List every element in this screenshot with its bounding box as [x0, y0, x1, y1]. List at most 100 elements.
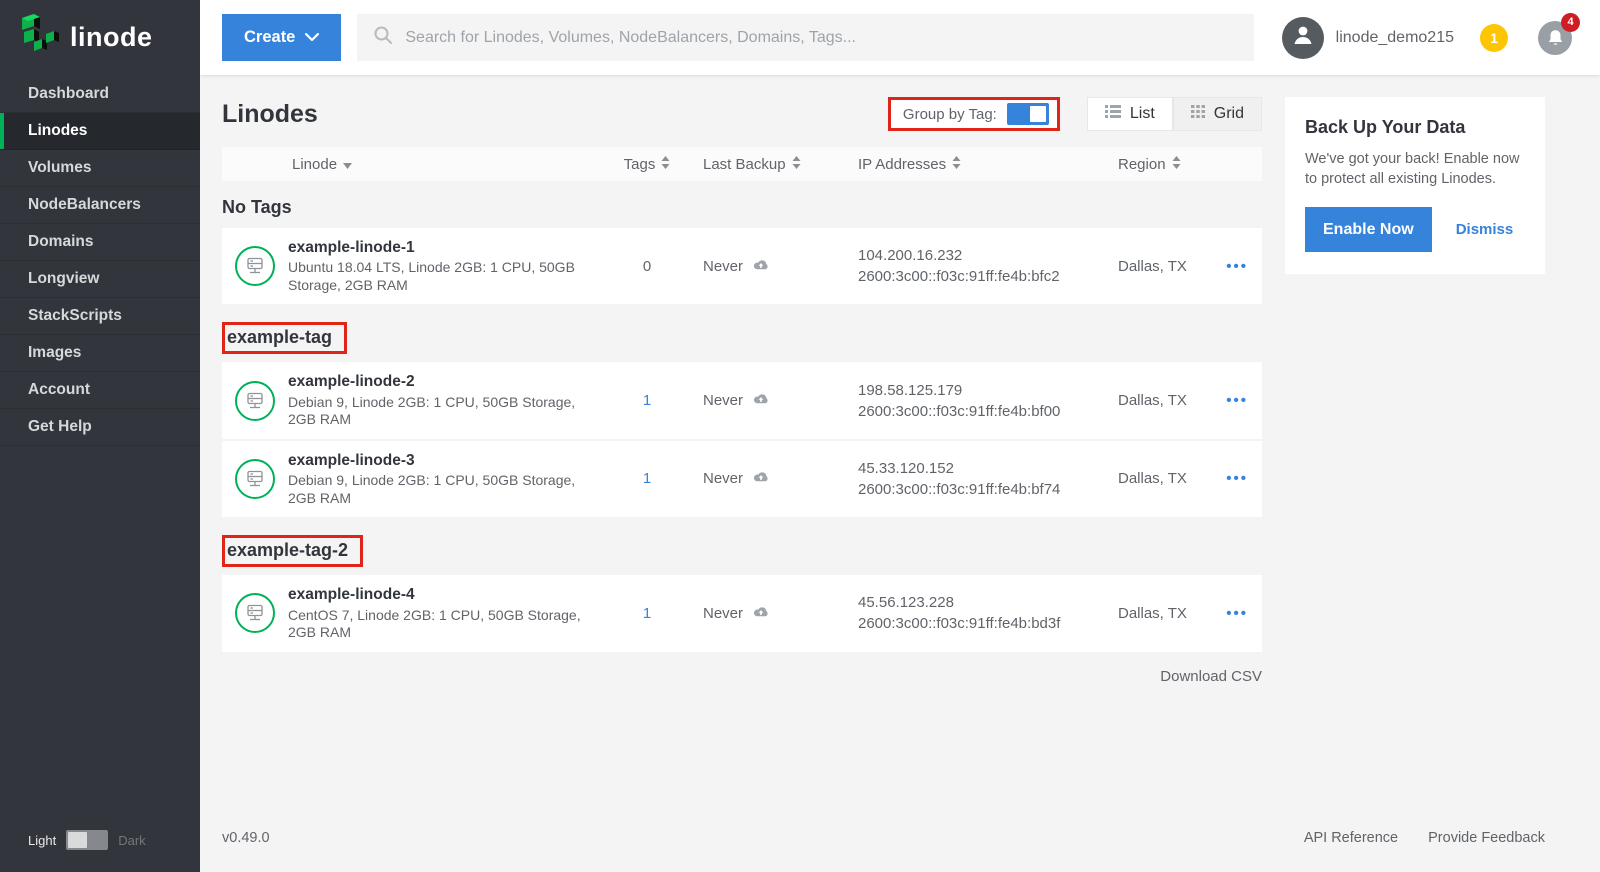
sidebar-item-nodebalancers[interactable]: NodeBalancers [0, 187, 200, 224]
sidebar-nav: Dashboard Linodes Volumes NodeBalancers … [0, 76, 200, 446]
column-header-ip-addresses[interactable]: IP Addresses [842, 156, 1102, 173]
group-by-tag-control: Group by Tag: [888, 97, 1060, 131]
ipv4-address: 45.33.120.152 [858, 458, 1102, 479]
backup-cloud-icon [751, 470, 770, 487]
grid-view-button[interactable]: Grid [1173, 97, 1262, 131]
sort-both-icon [1172, 156, 1181, 173]
last-backup-cell: Never [687, 470, 842, 487]
sidebar-item-stackscripts[interactable]: StackScripts [0, 298, 200, 335]
backup-card-actions: Enable Now Dismiss [1305, 207, 1525, 252]
linode-name-link[interactable]: example-linode-4 [288, 585, 597, 604]
linode-name-cell: example-linode-1 Ubuntu 18.04 LTS, Linod… [222, 228, 607, 304]
app-version: v0.49.0 [222, 830, 270, 846]
region: Dallas, TX [1102, 470, 1212, 487]
sidebar-item-linodes[interactable]: Linodes [0, 113, 200, 150]
provide-feedback-link[interactable]: Provide Feedback [1428, 830, 1545, 846]
linode-row[interactable]: example-linode-2 Debian 9, Linode 2GB: 1… [222, 362, 1262, 438]
tag-group-heading: No Tags [222, 197, 1262, 218]
head-controls: Group by Tag: List Grid [888, 97, 1262, 131]
sidebar: linode Dashboard Linodes Volumes NodeBal… [0, 0, 200, 872]
tags-count[interactable]: 1 [607, 392, 687, 409]
linode-specs: Debian 9, Linode 2GB: 1 CPU, 50GB Storag… [288, 394, 597, 429]
ipv4-address: 45.56.123.228 [858, 592, 1102, 613]
enable-backups-button[interactable]: Enable Now [1305, 207, 1432, 252]
theme-toggle-switch[interactable] [66, 830, 108, 850]
region: Dallas, TX [1102, 258, 1212, 275]
region: Dallas, TX [1102, 392, 1212, 409]
linode-name-link[interactable]: example-linode-1 [288, 238, 597, 257]
column-header-last-backup[interactable]: Last Backup [687, 156, 842, 173]
create-button[interactable]: Create [222, 14, 341, 61]
sidebar-item-dashboard[interactable]: Dashboard [0, 76, 200, 113]
linode-name-link[interactable]: example-linode-2 [288, 372, 597, 391]
notifications-button[interactable]: 4 [1538, 21, 1572, 55]
brand-name: linode [70, 22, 153, 53]
ip-addresses-cell: 104.200.16.232 2600:3c00::f03c:91ff:fe4b… [842, 245, 1102, 287]
username[interactable]: linode_demo215 [1336, 29, 1454, 47]
sidebar-item-get-help[interactable]: Get Help [0, 409, 200, 446]
linode-logo-icon [18, 10, 60, 65]
ipv4-address: 198.58.125.179 [858, 380, 1102, 401]
sidebar-item-domains[interactable]: Domains [0, 224, 200, 261]
sidebar-item-images[interactable]: Images [0, 335, 200, 372]
tags-count[interactable]: 0 [607, 258, 687, 275]
theme-toggle: Light Dark [0, 830, 200, 850]
ipv4-address: 104.200.16.232 [858, 245, 1102, 266]
pending-status-badge[interactable]: 1 [1480, 24, 1508, 52]
linode-name-text: example-linode-4 CentOS 7, Linode 2GB: 1… [288, 585, 597, 641]
sidebar-item-account[interactable]: Account [0, 372, 200, 409]
sidebar-item-volumes[interactable]: Volumes [0, 150, 200, 187]
page-title: Linodes [222, 100, 318, 129]
row-actions-button[interactable]: ••• [1212, 470, 1262, 487]
linode-name-cell: example-linode-3 Debian 9, Linode 2GB: 1… [222, 441, 607, 517]
search-icon [373, 25, 393, 50]
backup-card-title: Back Up Your Data [1305, 117, 1525, 138]
user-avatar[interactable] [1282, 17, 1324, 59]
ipv6-address: 2600:3c00::f03c:91ff:fe4b:bfc2 [858, 266, 1102, 287]
download-csv-link[interactable]: Download CSV [222, 668, 1262, 685]
tag-group: No Tags example-linode-1 Ubuntu [222, 197, 1262, 304]
linode-logo[interactable]: linode [0, 0, 200, 72]
search-input[interactable] [405, 29, 1237, 47]
ipv6-address: 2600:3c00::f03c:91ff:fe4b:bf74 [858, 479, 1102, 500]
row-actions-button[interactable]: ••• [1212, 258, 1262, 275]
linode-row[interactable]: example-linode-4 CentOS 7, Linode 2GB: 1… [222, 575, 1262, 651]
group-by-tag-label: Group by Tag: [903, 106, 997, 123]
theme-light-label: Light [28, 833, 56, 848]
ip-addresses-cell: 45.33.120.152 2600:3c00::f03c:91ff:fe4b:… [842, 458, 1102, 500]
linode-name-text: example-linode-2 Debian 9, Linode 2GB: 1… [288, 372, 597, 428]
search-bar[interactable] [357, 14, 1253, 61]
chevron-down-icon [305, 28, 319, 47]
linode-name-cell: example-linode-4 CentOS 7, Linode 2GB: 1… [222, 575, 607, 651]
linodes-table: Linode Tags Last Backup IP Addresses Reg… [222, 147, 1262, 685]
backup-cloud-icon [751, 392, 770, 409]
sort-caret-down-icon [343, 156, 352, 173]
backup-cloud-icon [751, 605, 770, 622]
last-backup-value: Never [703, 258, 743, 275]
linode-status-icon [235, 381, 275, 421]
group-by-tag-toggle-knob [1030, 106, 1046, 122]
linode-status-icon [235, 246, 275, 286]
column-header-tags[interactable]: Tags [607, 156, 687, 173]
last-backup-value: Never [703, 605, 743, 622]
notification-count-badge: 4 [1561, 13, 1580, 32]
list-view-button[interactable]: List [1087, 97, 1173, 131]
sidebar-item-longview[interactable]: Longview [0, 261, 200, 298]
linode-row[interactable]: example-linode-1 Ubuntu 18.04 LTS, Linod… [222, 228, 1262, 304]
row-actions-button[interactable]: ••• [1212, 392, 1262, 409]
api-reference-link[interactable]: API Reference [1304, 830, 1398, 846]
dismiss-backups-link[interactable]: Dismiss [1456, 221, 1514, 238]
row-actions-button[interactable]: ••• [1212, 605, 1262, 622]
column-header-linode[interactable]: Linode [222, 156, 607, 173]
tags-count[interactable]: 1 [607, 605, 687, 622]
linode-row[interactable]: example-linode-3 Debian 9, Linode 2GB: 1… [222, 439, 1262, 517]
tags-count[interactable]: 1 [607, 470, 687, 487]
ipv6-address: 2600:3c00::f03c:91ff:fe4b:bd3f [858, 613, 1102, 634]
ipv6-address: 2600:3c00::f03c:91ff:fe4b:bf00 [858, 401, 1102, 422]
view-toggle: List Grid [1087, 97, 1262, 131]
linode-name-cell: example-linode-2 Debian 9, Linode 2GB: 1… [222, 362, 607, 438]
group-by-tag-toggle[interactable] [1007, 103, 1049, 125]
column-header-region[interactable]: Region [1102, 156, 1212, 173]
linode-name-link[interactable]: example-linode-3 [288, 451, 597, 470]
backup-promo-card: Back Up Your Data We've got your back! E… [1285, 97, 1545, 274]
